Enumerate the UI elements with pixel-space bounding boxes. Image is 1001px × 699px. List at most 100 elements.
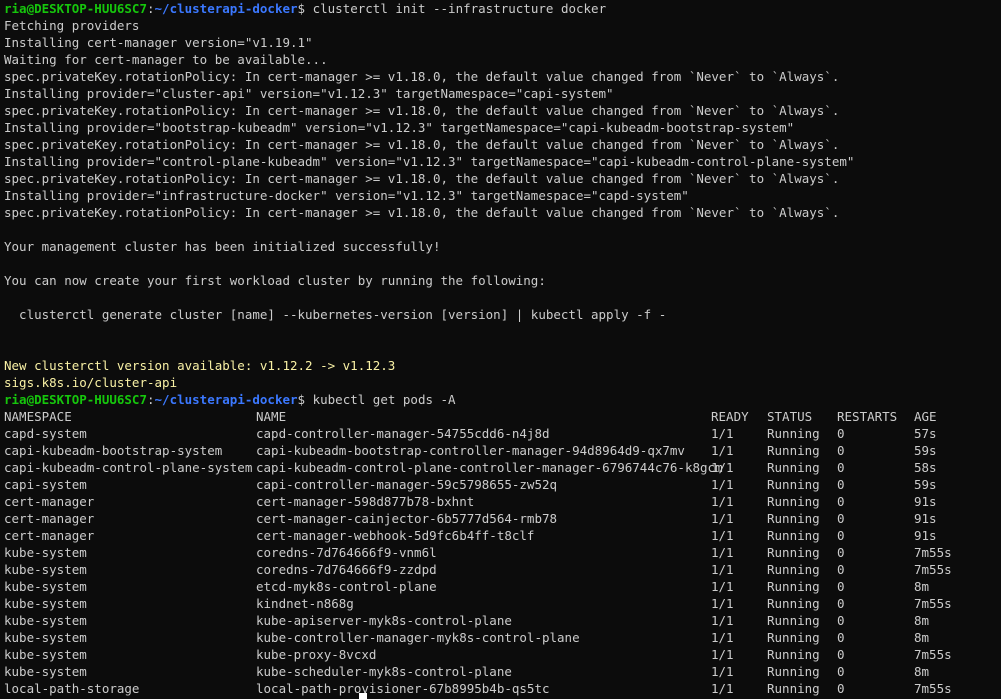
cell-restarts: 0 bbox=[837, 443, 845, 458]
cell-restarts: 0 bbox=[837, 494, 845, 509]
cell-namespace: cert-manager bbox=[4, 494, 95, 509]
cell-status: Running bbox=[767, 528, 820, 543]
cell-status: Running bbox=[767, 681, 820, 696]
command-init: clusterctl init --infrastructure docker bbox=[312, 1, 607, 16]
cell-namespace: kube-system bbox=[4, 630, 87, 645]
cell-restarts: 0 bbox=[837, 579, 845, 594]
cell-ready: 1/1 bbox=[711, 630, 734, 645]
cell-ready: 1/1 bbox=[711, 562, 734, 577]
table-row: capi-kubeadm-bootstrap-system capi-kubead… bbox=[4, 442, 1001, 459]
table-row: kube-system etcd-myk8s-control-plane 1/1 Ru… bbox=[4, 578, 1001, 595]
cell-ready: 1/1 bbox=[711, 681, 734, 696]
output-line: spec.privateKey.rotationPolicy: In cert-… bbox=[4, 171, 840, 186]
table-row: kube-system coredns-7d764666f9-zzdpd 1/1 Ru… bbox=[4, 561, 1001, 578]
header-name: NAME bbox=[256, 409, 287, 424]
output-line: spec.privateKey.rotationPolicy: In cert-… bbox=[4, 103, 840, 118]
cell-status: Running bbox=[767, 647, 820, 662]
cell-age: 59s bbox=[914, 477, 937, 492]
table-row: kube-system kube-apiserver-myk8s-control-… bbox=[4, 612, 1001, 629]
cell-status: Running bbox=[767, 596, 820, 611]
cell-name: capi-kubeadm-control-plane-controller-ma… bbox=[256, 460, 723, 475]
cell-namespace: kube-system bbox=[4, 664, 87, 679]
cell-name: capi-controller-manager-59c5798655-zw52q bbox=[256, 477, 558, 492]
cell-ready: 1/1 bbox=[711, 443, 734, 458]
cell-ready: 1/1 bbox=[711, 647, 734, 662]
prompt-line-get-pods: ria@DESKTOP-HUU6SC7:~/clusterapi-docker$… bbox=[4, 391, 1001, 408]
cell-name: etcd-myk8s-control-plane bbox=[256, 579, 437, 594]
output-line: Installing provider="cluster-api" versio… bbox=[4, 86, 614, 101]
cell-ready: 1/1 bbox=[711, 477, 734, 492]
output-line: Fetching providers bbox=[4, 18, 140, 33]
cell-age: 8m bbox=[914, 664, 930, 679]
cell-name: kube-apiserver-myk8s-control-plane bbox=[256, 613, 512, 628]
cell-ready: 1/1 bbox=[711, 545, 734, 560]
table-row: kube-system kube-scheduler-myk8s-control-… bbox=[4, 663, 1001, 680]
cell-age: 57s bbox=[914, 426, 937, 441]
cell-name: kube-controller-manager-myk8s-control-pl… bbox=[256, 630, 580, 645]
table-row: kube-system kube-controller-manager-myk8s… bbox=[4, 629, 1001, 646]
cell-status: Running bbox=[767, 545, 820, 560]
cell-status: Running bbox=[767, 494, 820, 509]
table-row: cert-manager cert-manager-webhook-5d9fc6b… bbox=[4, 527, 1001, 544]
cell-restarts: 0 bbox=[837, 477, 845, 492]
output-line: spec.privateKey.rotationPolicy: In cert-… bbox=[4, 205, 840, 220]
table-row: kube-system kindnet-n868g 1/1 Running 0 7m55s bbox=[4, 595, 1001, 612]
cell-restarts: 0 bbox=[837, 528, 845, 543]
cell-name: kindnet-n868g bbox=[256, 596, 354, 611]
cell-namespace: kube-system bbox=[4, 596, 87, 611]
cell-name: capi-kubeadm-bootstrap-controller-manage… bbox=[256, 443, 685, 458]
output-line: Installing provider="bootstrap-kubeadm" … bbox=[4, 120, 795, 135]
cell-restarts: 0 bbox=[837, 630, 845, 645]
cell-ready: 1/1 bbox=[711, 460, 734, 475]
cell-age: 8m bbox=[914, 613, 930, 628]
cell-namespace: kube-system bbox=[4, 579, 87, 594]
cell-name: cert-manager-598d877b78-bxhnt bbox=[256, 494, 475, 509]
cell-status: Running bbox=[767, 579, 820, 594]
cell-age: 7m55s bbox=[914, 562, 952, 577]
cell-restarts: 0 bbox=[837, 545, 845, 560]
table-row: cert-manager cert-manager-cainjector-6b57… bbox=[4, 510, 1001, 527]
update-notice: New clusterctl version available: v1.12.… bbox=[4, 358, 396, 373]
cell-namespace: capi-system bbox=[4, 477, 87, 492]
prompt-path: ~/clusterapi-docker bbox=[154, 392, 298, 407]
cell-ready: 1/1 bbox=[711, 613, 734, 628]
cell-ready: 1/1 bbox=[711, 664, 734, 679]
table-row: kube-system coredns-7d764666f9-vnm6l 1/1 Ru… bbox=[4, 544, 1001, 561]
cell-name: cert-manager-cainjector-6b5777d564-rmb78 bbox=[256, 511, 558, 526]
next-steps-message: You can now create your first workload c… bbox=[4, 273, 546, 288]
cell-name: cert-manager-webhook-5d9fc6b4ff-t8clf bbox=[256, 528, 535, 543]
header-status: STATUS bbox=[767, 409, 813, 424]
pods-table: NAMESPACE NAME READY STATUS RESTARTS AGE capd-… bbox=[4, 408, 1001, 697]
table-row: kube-system kube-proxy-8vcxd 1/1 Running 0 7m… bbox=[4, 646, 1001, 663]
cell-ready: 1/1 bbox=[711, 426, 734, 441]
cell-ready: 1/1 bbox=[711, 494, 734, 509]
cell-status: Running bbox=[767, 562, 820, 577]
output-line: Installing cert-manager version="v1.19.1… bbox=[4, 35, 313, 50]
cell-status: Running bbox=[767, 443, 820, 458]
cell-status: Running bbox=[767, 460, 820, 475]
cell-namespace: cert-manager bbox=[4, 528, 95, 543]
cell-age: 59s bbox=[914, 443, 937, 458]
cell-name: kube-proxy-8vcxd bbox=[256, 647, 377, 662]
terminal-window[interactable]: ria@DESKTOP-HUU6SC7:~/clusterapi-docker$… bbox=[4, 0, 1001, 699]
table-row: local-path-storage local-path-provisioner… bbox=[4, 680, 1001, 697]
cell-restarts: 0 bbox=[837, 460, 845, 475]
prompt-user-host: ria@DESKTOP-HUU6SC7 bbox=[4, 1, 147, 16]
cell-namespace: capi-kubeadm-bootstrap-system bbox=[4, 443, 223, 458]
prompt-symbol: $ bbox=[297, 1, 306, 16]
cell-age: 7m55s bbox=[914, 545, 952, 560]
prompt-user-host: ria@DESKTOP-HUU6SC7 bbox=[4, 392, 147, 407]
cell-restarts: 0 bbox=[837, 596, 845, 611]
cell-restarts: 0 bbox=[837, 613, 845, 628]
output-line: Installing provider="control-plane-kubea… bbox=[4, 154, 855, 169]
cell-name: coredns-7d764666f9-zzdpd bbox=[256, 562, 437, 577]
cell-status: Running bbox=[767, 613, 820, 628]
header-ready: READY bbox=[711, 409, 749, 424]
cell-restarts: 0 bbox=[837, 426, 845, 441]
cell-ready: 1/1 bbox=[711, 528, 734, 543]
cell-name: local-path-provisioner-67b8995b4b-qs5tc bbox=[256, 681, 550, 696]
output-line: Installing provider="infrastructure-dock… bbox=[4, 188, 689, 203]
